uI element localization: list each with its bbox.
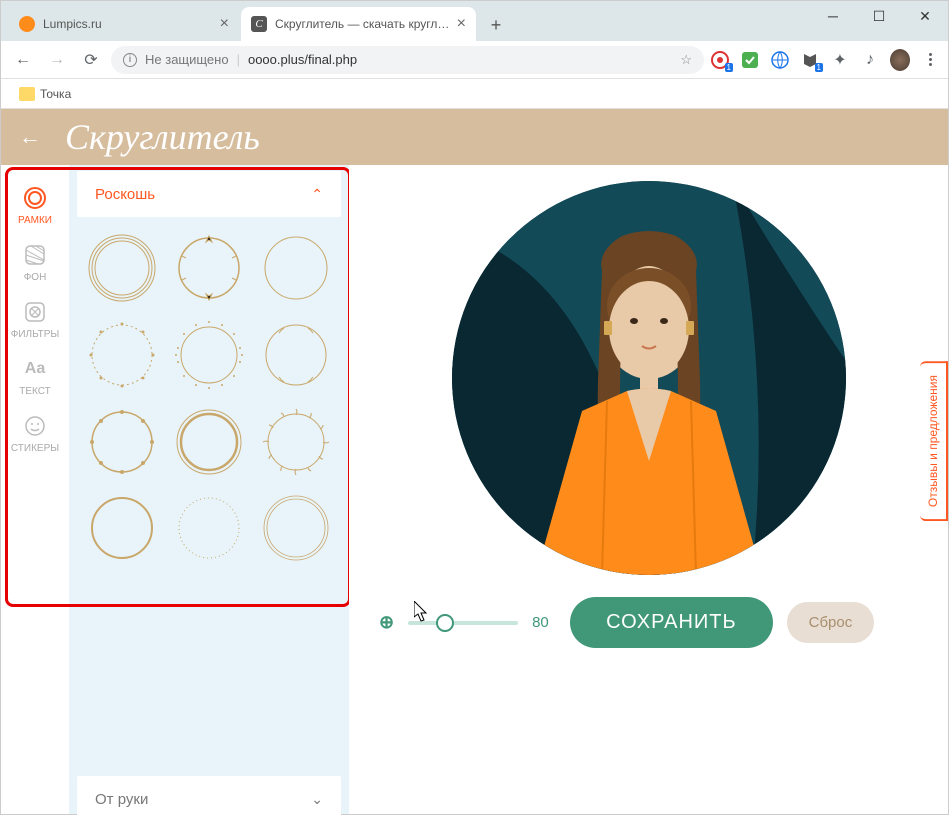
- sidebar-tabs: РАМКИ ФОН ФИЛЬТРЫ Aa ТЕКСТ СТИКЕРЫ: [1, 165, 69, 814]
- extension-icon[interactable]: 1: [800, 50, 820, 70]
- browser-titlebar: Lumpics.ru × C Скруглитель — скачать кру…: [1, 1, 948, 41]
- app-title: Скруглитель: [65, 116, 260, 158]
- browser-tab-active[interactable]: C Скруглитель — скачать круглую ×: [241, 7, 476, 41]
- background-icon: [22, 242, 48, 268]
- app-back-button[interactable]: ←: [19, 124, 41, 150]
- sidebar-tab-label: ФИЛЬТРЫ: [11, 329, 60, 340]
- frame-option[interactable]: [170, 402, 249, 481]
- minimize-button[interactable]: ─: [810, 1, 856, 31]
- save-button[interactable]: СОХРАНИТЬ: [570, 597, 773, 648]
- zoom-icon[interactable]: ⊕: [379, 612, 394, 633]
- frame-option[interactable]: [170, 316, 249, 395]
- new-tab-button[interactable]: +: [482, 11, 510, 39]
- category-header-luxury[interactable]: Роскошь ⌃: [77, 171, 341, 217]
- browser-addressbar: ← → ⟳ i Не защищено | oooo.plus/final.ph…: [1, 41, 948, 79]
- extension-icon[interactable]: 1: [710, 50, 730, 70]
- url-input[interactable]: i Не защищено | oooo.plus/final.php ☆: [111, 46, 704, 74]
- zoom-slider[interactable]: [408, 621, 518, 625]
- filters-icon: [22, 299, 48, 325]
- maximize-button[interactable]: ☐: [856, 1, 902, 31]
- star-bookmark-icon[interactable]: ☆: [680, 52, 692, 68]
- reset-button[interactable]: Сброс: [787, 602, 875, 643]
- frames-grid: [69, 221, 349, 576]
- category-header-handdrawn[interactable]: От руки ⌄: [77, 776, 341, 822]
- chevron-up-icon: ⌃: [311, 186, 323, 203]
- sidebar-tab-stickers[interactable]: СТИКЕРЫ: [5, 405, 65, 462]
- chevron-down-icon: ⌄: [311, 791, 323, 808]
- frame-option[interactable]: [256, 316, 335, 395]
- app-header: ← Скруглитель: [1, 109, 948, 165]
- frame-option[interactable]: [83, 402, 162, 481]
- frame-option[interactable]: [256, 489, 335, 568]
- sidebar-tab-label: РАМКИ: [18, 215, 52, 226]
- frame-option[interactable]: [83, 489, 162, 568]
- text-icon: Aa: [22, 356, 48, 382]
- zoom-value: 80: [532, 614, 556, 631]
- folder-icon: [19, 87, 35, 101]
- reload-button[interactable]: ⟳: [77, 46, 105, 74]
- browser-menu-button[interactable]: [920, 50, 940, 70]
- forward-button[interactable]: →: [43, 46, 71, 74]
- category-label: От руки: [95, 791, 148, 808]
- bookmark-label: Точка: [40, 87, 71, 101]
- frame-option[interactable]: [83, 316, 162, 395]
- tab-title: Скруглитель — скачать круглую: [275, 17, 451, 31]
- bottom-controls: ⊕ 80 СОХРАНИТЬ Сброс: [369, 597, 928, 648]
- feedback-tab[interactable]: Отзывы и предложения: [920, 361, 948, 521]
- stickers-icon: [22, 413, 48, 439]
- sidebar-tab-label: ТЕКСТ: [19, 386, 51, 397]
- frames-icon: [22, 185, 48, 211]
- bookmark-folder[interactable]: Точка: [13, 84, 77, 104]
- canvas-area: ⊕ 80 СОХРАНИТЬ Сброс: [349, 165, 948, 814]
- category-label: Роскошь: [95, 186, 155, 203]
- frame-option[interactable]: [256, 402, 335, 481]
- sidebar-tab-frames[interactable]: РАМКИ: [5, 177, 65, 234]
- url-text: oooo.plus/final.php: [248, 52, 672, 67]
- sidebar-tab-filters[interactable]: ФИЛЬТРЫ: [5, 291, 65, 348]
- tab-close-icon[interactable]: ×: [457, 15, 466, 33]
- browser-tab[interactable]: Lumpics.ru ×: [9, 7, 239, 41]
- tab-favicon-icon: C: [251, 16, 267, 32]
- security-info-icon[interactable]: i: [123, 53, 137, 67]
- tab-close-icon[interactable]: ×: [220, 15, 229, 33]
- media-icon[interactable]: ♪: [860, 50, 880, 70]
- extensions-button[interactable]: ✦: [830, 50, 850, 70]
- preview-image[interactable]: [452, 181, 846, 575]
- frame-option[interactable]: [83, 229, 162, 308]
- extension-icon[interactable]: [740, 50, 760, 70]
- extension-icon[interactable]: [770, 50, 790, 70]
- security-status: Не защищено: [145, 52, 229, 67]
- sidebar-tab-text[interactable]: Aa ТЕКСТ: [5, 348, 65, 405]
- frame-option[interactable]: [170, 229, 249, 308]
- tab-title: Lumpics.ru: [43, 17, 214, 31]
- sidebar-tab-label: СТИКЕРЫ: [11, 443, 59, 454]
- frame-option[interactable]: [256, 229, 335, 308]
- back-button[interactable]: ←: [9, 46, 37, 74]
- bookmarks-bar: Точка: [1, 79, 948, 109]
- frame-option[interactable]: [170, 489, 249, 568]
- slider-thumb[interactable]: [436, 614, 454, 632]
- sidebar-tab-background[interactable]: ФОН: [5, 234, 65, 291]
- sidebar-tab-label: ФОН: [24, 272, 47, 283]
- tab-favicon-icon: [19, 16, 35, 32]
- profile-avatar[interactable]: [890, 50, 910, 70]
- frames-panel: Роскошь ⌃ От руки ⌄: [69, 165, 349, 814]
- close-window-button[interactable]: ✕: [902, 1, 948, 31]
